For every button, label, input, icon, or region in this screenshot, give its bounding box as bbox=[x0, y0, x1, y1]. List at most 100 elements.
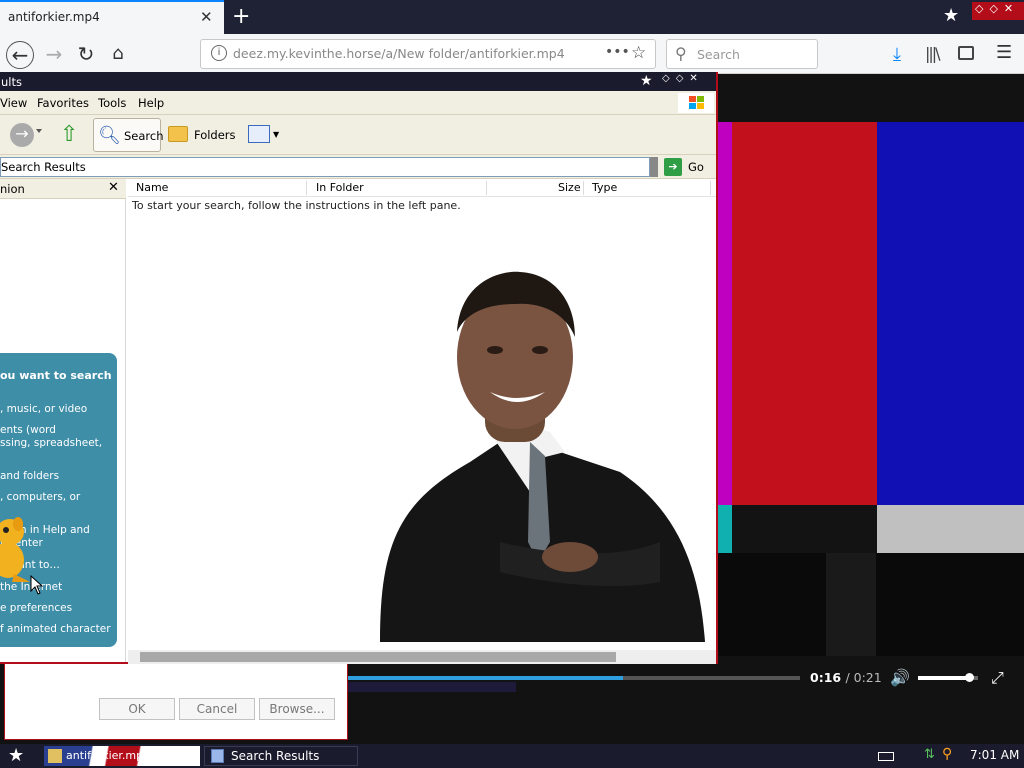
views-icon bbox=[248, 125, 270, 143]
page-actions-icon[interactable]: ••• bbox=[605, 44, 630, 60]
close-icon[interactable]: ✕ bbox=[108, 180, 119, 195]
assistant-option[interactable]: and folders bbox=[0, 470, 115, 483]
tab-title: antiforkier.mp4 bbox=[8, 10, 100, 24]
views-button[interactable]: ▼ bbox=[246, 122, 282, 148]
network-icon[interactable]: ⇅ bbox=[924, 747, 935, 762]
menu-view[interactable]: View bbox=[0, 96, 27, 110]
address-bar: Search Results ➔ Go bbox=[0, 155, 716, 179]
bookmark-star-icon[interactable]: ☆ bbox=[631, 43, 646, 63]
start-star-icon[interactable]: ★ bbox=[8, 745, 24, 766]
taskbar-item-search-results[interactable]: Search Results bbox=[204, 746, 358, 766]
assistant-option[interactable]: e preferences bbox=[0, 602, 115, 615]
progress-bar[interactable] bbox=[346, 676, 800, 680]
chevron-down-icon: ▼ bbox=[273, 130, 280, 139]
column-in-folder[interactable]: In Folder bbox=[316, 181, 364, 194]
menu-bar: View Favorites Tools Help bbox=[0, 91, 716, 115]
window-controls[interactable]: ◇◇✕ bbox=[972, 2, 1024, 20]
browse-button[interactable]: Browse... bbox=[259, 698, 335, 720]
search-field[interactable]: ⚲ Search bbox=[666, 39, 818, 69]
search-assistant-panel: ou want to search , music, or video ents… bbox=[0, 353, 117, 647]
go-label: Go bbox=[688, 160, 704, 174]
horizontal-scrollbar[interactable] bbox=[128, 650, 716, 664]
search-dog-icon[interactable] bbox=[0, 512, 32, 584]
sidebar-icon[interactable] bbox=[958, 46, 974, 60]
volume-fill bbox=[918, 676, 969, 680]
windows-logo-icon bbox=[678, 93, 714, 113]
column-name[interactable]: Name bbox=[136, 181, 168, 194]
progress-fill bbox=[346, 676, 623, 680]
search-companion-pane: nion ✕ ou want to search , music, or vid… bbox=[0, 179, 126, 662]
back-button[interactable]: ← bbox=[6, 41, 34, 69]
star-icon: ★ bbox=[943, 5, 960, 26]
menu-icon[interactable]: ☰ bbox=[996, 42, 1012, 63]
folder-up-icon[interactable]: ⇧ bbox=[60, 122, 78, 147]
cancel-button[interactable]: Cancel bbox=[179, 698, 255, 720]
color-bar bbox=[718, 505, 732, 553]
search-button-label: Search bbox=[124, 129, 164, 143]
dialog-box: OK Cancel Browse... bbox=[4, 664, 348, 740]
time-current: 0:16 bbox=[810, 670, 842, 685]
taskbar-item-video[interactable]: antiforkier.mp4 — M bbox=[44, 746, 200, 766]
menu-help[interactable]: Help bbox=[138, 96, 164, 110]
window-title: ults bbox=[0, 72, 716, 91]
column-type[interactable]: Type bbox=[592, 181, 617, 194]
home-button[interactable]: ⌂ bbox=[104, 41, 132, 69]
chevron-down-icon[interactable] bbox=[36, 129, 42, 133]
column-divider[interactable] bbox=[710, 181, 711, 195]
browser-tab[interactable]: antiforkier.mp4 bbox=[0, 0, 224, 34]
volume-slider[interactable] bbox=[918, 673, 978, 682]
clock: 7:01 AM bbox=[970, 748, 1020, 762]
menu-favorites[interactable]: Favorites bbox=[37, 96, 89, 110]
column-divider[interactable] bbox=[486, 181, 487, 195]
search-placeholder: Search bbox=[697, 47, 740, 62]
search-button[interactable]: 🔍︎ Search bbox=[93, 118, 164, 152]
window-controls[interactable]: ◇◇✕ bbox=[662, 73, 704, 84]
info-icon[interactable]: i bbox=[211, 45, 227, 61]
assistant-option[interactable]: , music, or video bbox=[0, 403, 115, 416]
color-bar bbox=[718, 122, 732, 505]
color-bar bbox=[877, 505, 1024, 553]
column-size[interactable]: Size bbox=[558, 181, 581, 194]
forward-button[interactable]: → bbox=[40, 41, 68, 69]
time-display: 0:16 / 0:21 bbox=[810, 670, 882, 685]
url-text[interactable]: deez.my.kevinthe.horse/a/New folder/anti… bbox=[233, 46, 565, 61]
color-bar bbox=[826, 553, 876, 656]
time-total: / 0:21 bbox=[845, 670, 882, 685]
assistant-option[interactable]: , computers, or bbox=[0, 491, 115, 504]
search-hint: To start your search, follow the instruc… bbox=[132, 199, 461, 212]
color-bar bbox=[732, 505, 877, 553]
document-icon bbox=[211, 749, 224, 763]
close-icon[interactable]: ✕ bbox=[200, 8, 213, 26]
fullscreen-icon[interactable]: ⤢ bbox=[991, 668, 1004, 688]
assistant-option[interactable]: ents (word ssing, spreadsheet, bbox=[0, 424, 115, 450]
assistant-option[interactable]: f animated character bbox=[0, 623, 115, 636]
scrollbar-thumb[interactable] bbox=[140, 652, 616, 662]
library-icon[interactable]: |||\ bbox=[925, 44, 941, 63]
column-divider[interactable] bbox=[583, 181, 584, 195]
go-button[interactable]: ➔ Go bbox=[664, 158, 712, 176]
address-dropdown[interactable] bbox=[650, 157, 658, 177]
volume-icon[interactable]: 🔊 bbox=[890, 668, 910, 687]
app-icon bbox=[48, 749, 62, 763]
color-bar bbox=[877, 122, 1024, 505]
keyboard-icon[interactable] bbox=[878, 752, 894, 761]
folders-button[interactable]: Folders bbox=[166, 118, 238, 152]
new-tab-button[interactable]: + bbox=[232, 4, 250, 29]
address-field[interactable]: Search Results bbox=[0, 157, 650, 177]
companion-title: nion bbox=[0, 182, 25, 196]
search-tray-icon[interactable]: ⚲ bbox=[942, 746, 952, 762]
forward-button[interactable]: → bbox=[10, 123, 34, 147]
download-icon[interactable]: ⤓ bbox=[893, 44, 901, 65]
reload-button[interactable]: ↻ bbox=[72, 41, 100, 69]
url-bar[interactable]: i deez.my.kevinthe.horse/a/New folder/an… bbox=[200, 39, 656, 69]
ok-button[interactable]: OK bbox=[99, 698, 175, 720]
star-icon: ★ bbox=[640, 73, 653, 89]
taskbar: ★ antiforkier.mp4 — M Search Results ⇅ ⚲… bbox=[0, 744, 1024, 768]
column-divider[interactable] bbox=[306, 181, 307, 195]
menu-tools[interactable]: Tools bbox=[98, 96, 126, 110]
companion-header: nion ✕ bbox=[0, 179, 126, 199]
volume-knob[interactable] bbox=[965, 673, 974, 682]
assistant-question: ou want to search bbox=[0, 369, 112, 382]
search-results-window: ults ★ ◇◇✕ View Favorites Tools Help → ⇧… bbox=[0, 72, 718, 664]
folders-button-label: Folders bbox=[194, 128, 236, 142]
